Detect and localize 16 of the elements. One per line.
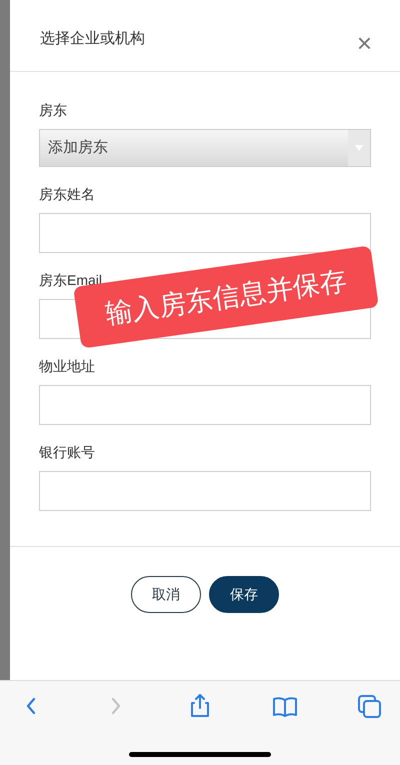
input-field[interactable] xyxy=(39,471,371,511)
field-label: 物业地址 xyxy=(39,357,95,376)
field-label: 房东 xyxy=(39,101,68,120)
input-field[interactable] xyxy=(39,385,371,425)
cancel-button[interactable]: 取消 xyxy=(131,576,201,613)
save-button[interactable]: 保存 xyxy=(209,576,279,613)
share-icon[interactable] xyxy=(189,694,211,718)
book-icon[interactable] xyxy=(272,696,296,716)
dialog-title: 选择企业或机构 xyxy=(40,29,145,50)
tabs-icon[interactable] xyxy=(358,694,380,718)
back-icon[interactable] xyxy=(25,697,37,715)
landlord-select[interactable]: 添加房东 xyxy=(39,129,371,167)
field-label: 银行账号 xyxy=(39,443,95,462)
close-button[interactable]: × xyxy=(356,30,372,56)
field-label: 房东姓名 xyxy=(39,185,95,204)
input-field[interactable] xyxy=(39,213,371,253)
